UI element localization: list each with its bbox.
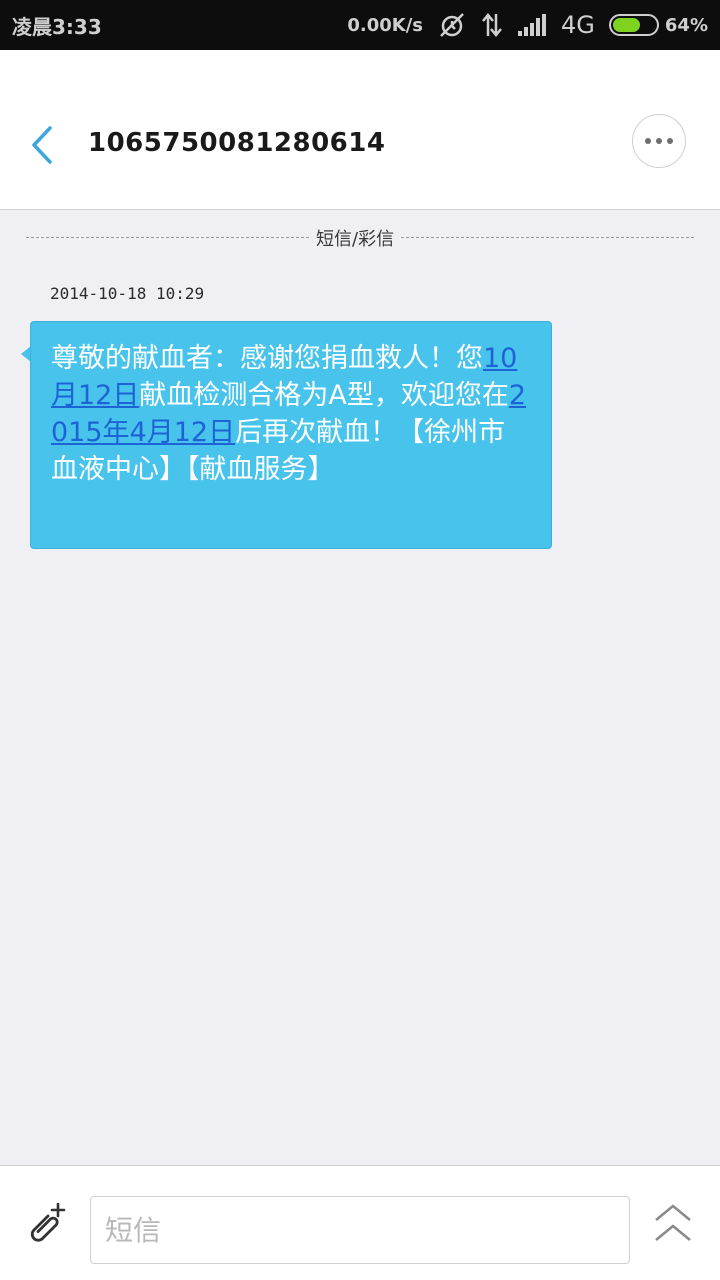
message-timestamp: 2014-10-18 10:29 [50, 284, 205, 303]
battery-fill [612, 18, 640, 32]
composer-bar [0, 1165, 720, 1280]
battery-percent: 64% [664, 14, 708, 36]
attach-button[interactable] [22, 1202, 70, 1250]
back-button[interactable] [24, 120, 60, 170]
channel-label: 短信/彩信 [310, 225, 401, 251]
data-transfer-icon [481, 12, 503, 38]
message-text-part: 献血检测合格为A型，欢迎您在 [139, 380, 509, 411]
message-list[interactable]: 短信/彩信 2014-10-18 10:29 尊敬的献血者：感谢您捐血救人！您1… [0, 211, 720, 1165]
message-text-part: 尊敬的献血者：感谢您捐血救人！您 [51, 343, 483, 374]
chevron-left-icon [32, 126, 52, 164]
sms-input[interactable] [90, 1196, 630, 1264]
battery-indicator: 64% [608, 14, 708, 36]
battery-icon [608, 14, 659, 36]
conversation-header: 1065750081280614 [0, 50, 720, 210]
paperclip-plus-icon [30, 1202, 66, 1242]
more-dot [667, 138, 673, 144]
status-time: 凌晨3:33 [12, 14, 102, 39]
network-type: 4G [561, 11, 595, 39]
alarm-off-icon [437, 12, 467, 38]
status-icons: 0.00K/s 4G 64% [347, 11, 708, 39]
status-bar: 凌晨3:33 0.00K/s 4G 64% [0, 0, 720, 50]
contact-number-title: 1065750081280614 [88, 128, 386, 158]
signal-icon [517, 13, 547, 37]
double-chevron-up-icon [655, 1204, 691, 1242]
more-options-button[interactable] [632, 114, 686, 168]
network-speed: 0.00K/s [347, 14, 424, 36]
more-dots-icon [645, 138, 651, 144]
message-text: 尊敬的献血者：感谢您捐血救人！您10月12日献血检测合格为A型，欢迎您在2015… [51, 340, 531, 488]
expand-button[interactable] [652, 1200, 694, 1248]
more-dot [656, 138, 662, 144]
incoming-message-bubble[interactable]: 尊敬的献血者：感谢您捐血救人！您10月12日献血检测合格为A型，欢迎您在2015… [30, 321, 552, 549]
